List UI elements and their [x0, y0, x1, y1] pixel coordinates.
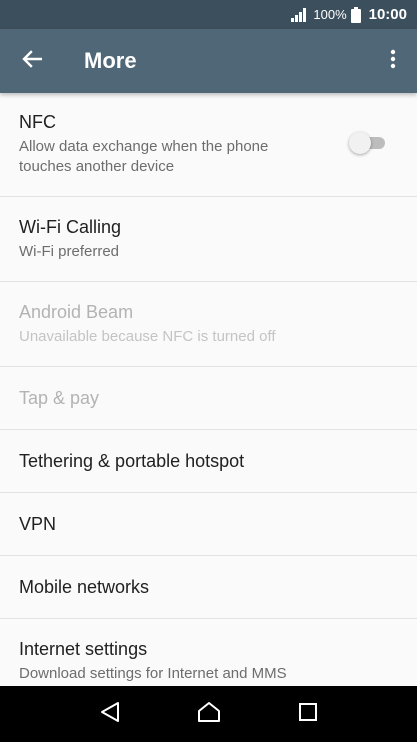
nav-recents-button[interactable] — [288, 694, 328, 734]
item-label: Android Beam — [19, 301, 134, 322]
list-item-tethering[interactable]: Tethering & portable hotspot — [0, 430, 417, 493]
nfc-toggle[interactable] — [349, 131, 387, 154]
nav-back-button[interactable] — [90, 694, 130, 734]
nav-recents-icon — [298, 702, 317, 726]
item-label: Tap & pay — [19, 387, 100, 408]
settings-list[interactable]: NFC Allow data exchange when the phone t… — [0, 93, 417, 686]
nav-home-icon — [197, 701, 221, 728]
signal-icon — [291, 7, 309, 22]
item-summary: Download settings for Internet and MMS — [19, 664, 287, 682]
item-label: Internet settings — [19, 638, 148, 659]
back-button[interactable] — [0, 29, 64, 93]
more-vert-icon — [390, 49, 396, 74]
toggle-thumb — [349, 132, 371, 154]
list-item-internet-settings[interactable]: Internet settings Download settings for … — [0, 619, 417, 686]
list-item-tap-and-pay: Tap & pay — [0, 367, 417, 430]
item-label: Tethering & portable hotspot — [19, 450, 245, 471]
list-item-vpn[interactable]: VPN — [0, 493, 417, 556]
overflow-menu-button[interactable] — [369, 29, 417, 93]
list-item-nfc[interactable]: NFC Allow data exchange when the phone t… — [0, 93, 417, 197]
list-item-android-beam: Android Beam Unavailable because NFC is … — [0, 282, 417, 367]
list-item-wifi-calling[interactable]: Wi-Fi Calling Wi-Fi preferred — [0, 197, 417, 282]
item-summary: Wi-Fi preferred — [19, 242, 120, 260]
nav-back-icon — [100, 701, 120, 728]
item-label: Wi-Fi Calling — [19, 216, 122, 237]
battery-percent: 100% — [313, 7, 347, 22]
battery-icon — [350, 6, 361, 23]
list-item-mobile-networks[interactable]: Mobile networks — [0, 556, 417, 619]
nav-home-button[interactable] — [189, 694, 229, 734]
app-bar: More — [0, 29, 417, 93]
page-title: More — [84, 48, 137, 73]
clock: 10:00 — [368, 6, 407, 23]
item-summary: Unavailable because NFC is turned off — [19, 327, 276, 345]
item-label: VPN — [19, 513, 57, 534]
status-bar: 100% 10:00 — [0, 0, 417, 29]
item-label: NFC — [19, 112, 56, 132]
item-label: Mobile networks — [19, 576, 150, 597]
arrow-back-icon — [22, 49, 43, 73]
navigation-bar — [0, 686, 417, 742]
item-summary: Allow data exchange when the phone touch… — [19, 138, 269, 175]
